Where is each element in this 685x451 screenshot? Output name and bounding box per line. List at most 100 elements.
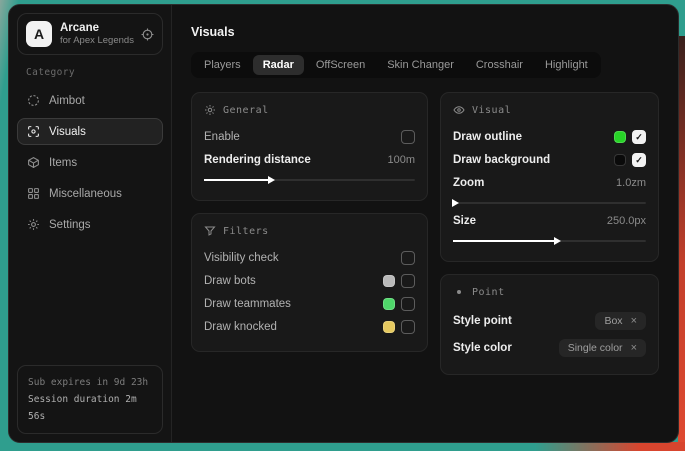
tab-offscreen[interactable]: OffScreen — [306, 55, 375, 75]
session-box: Sub expires in 9d 23h Session duration 2… — [17, 365, 163, 434]
setting-label: Enable — [204, 131, 240, 143]
dot-icon — [453, 286, 465, 298]
panel-visual-header: Visual — [453, 104, 646, 116]
setting-label: Visibility check — [204, 252, 279, 264]
style-color-select[interactable]: Single color × — [559, 339, 646, 357]
setting-row: Enable ✓ — [204, 126, 415, 148]
funnel-icon — [204, 225, 216, 237]
brand-text: Arcane for Apex Legends — [60, 21, 133, 47]
slider-fill — [453, 240, 555, 242]
sidebar-item-label: Settings — [49, 219, 91, 231]
sidebar-item-label: Aimbot — [49, 95, 85, 107]
sidebar-item-label: Items — [49, 157, 77, 169]
panel-title: General — [223, 105, 269, 116]
eye-icon — [453, 104, 465, 116]
page-title: Visuals — [191, 25, 659, 39]
desktop-background-red-bottom — [535, 442, 685, 451]
sidebar-item-label: Miscellaneous — [49, 188, 122, 200]
panel-title: Filters — [223, 226, 269, 237]
setting-row: Draw outline ✓ — [453, 126, 646, 148]
setting-row: Size 250.0px — [453, 210, 646, 232]
draw-knocked-color-swatch[interactable] — [383, 321, 395, 333]
sidebar: A Arcane for Apex Legends Category Aimbo… — [9, 5, 172, 442]
panel-general: General Enable ✓ Rendering distance 100m — [191, 92, 428, 201]
app-subtitle: for Apex Legends — [60, 35, 133, 47]
tab-skin-changer[interactable]: Skin Changer — [377, 55, 464, 75]
chip-label: Box — [604, 315, 622, 327]
gear-icon — [27, 218, 40, 231]
desktop-background-red-edge — [678, 36, 685, 451]
panel-filters: Filters Visibility check ✓ Draw bots ✓ — [191, 213, 428, 352]
cube-icon — [27, 156, 40, 169]
tab-radar[interactable]: Radar — [253, 55, 304, 75]
panel-general-header: General — [204, 104, 415, 116]
sidebar-item-settings[interactable]: Settings — [17, 211, 163, 238]
target-icon[interactable] — [141, 28, 154, 41]
setting-row: Visibility check ✓ — [204, 247, 415, 269]
tab-crosshair[interactable]: Crosshair — [466, 55, 533, 75]
panel-title: Visual — [472, 105, 511, 116]
draw-bots-checkbox[interactable]: ✓ — [401, 274, 415, 288]
tab-bar: Players Radar OffScreen Skin Changer Cro… — [191, 52, 601, 78]
app-window: A Arcane for Apex Legends Category Aimbo… — [8, 4, 679, 443]
setting-label: Size — [453, 215, 476, 227]
size-slider[interactable] — [453, 240, 646, 242]
sidebar-item-visuals[interactable]: Visuals — [17, 118, 163, 145]
layout-grid-icon — [27, 187, 40, 200]
visibility-check-checkbox[interactable]: ✓ — [401, 251, 415, 265]
crosshair-icon — [27, 94, 40, 107]
tab-highlight[interactable]: Highlight — [535, 55, 598, 75]
setting-label: Draw background — [453, 154, 550, 166]
sidebar-item-aimbot[interactable]: Aimbot — [17, 87, 163, 114]
draw-teammates-checkbox[interactable]: ✓ — [401, 297, 415, 311]
panel-point-header: Point — [453, 286, 646, 298]
setting-label: Style point — [453, 315, 512, 327]
setting-label: Draw bots — [204, 275, 256, 287]
enable-checkbox[interactable]: ✓ — [401, 130, 415, 144]
panel-visual: Visual Draw outline ✓ Draw background — [440, 92, 659, 262]
draw-background-checkbox[interactable]: ✓ — [632, 153, 646, 167]
draw-teammates-color-swatch[interactable] — [383, 298, 395, 310]
setting-row: Rendering distance 100m — [204, 149, 415, 171]
draw-background-color-swatch[interactable] — [614, 154, 626, 166]
draw-outline-checkbox[interactable]: ✓ — [632, 130, 646, 144]
scan-eye-icon — [27, 125, 40, 138]
setting-row: Zoom 1.0zm — [453, 172, 646, 194]
setting-label: Zoom — [453, 177, 484, 189]
app-title: Arcane — [60, 21, 133, 35]
setting-row: Draw background ✓ — [453, 149, 646, 171]
setting-value: 100m — [387, 154, 415, 166]
style-point-select[interactable]: Box × — [595, 312, 646, 330]
setting-row: Draw knocked ✓ — [204, 316, 415, 338]
app-logo: A — [26, 21, 52, 47]
setting-row: Style point Box × — [453, 308, 646, 334]
draw-bots-color-swatch[interactable] — [383, 275, 395, 287]
rendering-distance-slider[interactable] — [204, 179, 415, 181]
close-icon[interactable]: × — [631, 316, 637, 327]
setting-row: Style color Single color × — [453, 335, 646, 361]
sidebar-item-miscellaneous[interactable]: Miscellaneous — [17, 180, 163, 207]
draw-outline-color-swatch[interactable] — [614, 131, 626, 143]
sidebar-item-label: Visuals — [49, 126, 86, 138]
sub-expiry-text: Sub expires in 9d 23h — [28, 374, 152, 391]
panel-title: Point — [472, 287, 505, 298]
main-content: Visuals Players Radar OffScreen Skin Cha… — [172, 5, 678, 442]
close-icon[interactable]: × — [631, 343, 637, 354]
category-label: Category — [26, 67, 154, 78]
draw-knocked-checkbox[interactable]: ✓ — [401, 320, 415, 334]
setting-value: 1.0zm — [616, 177, 646, 189]
session-duration-text: Session duration 2m 56s — [28, 391, 152, 425]
setting-label: Rendering distance — [204, 154, 311, 166]
setting-value: 250.0px — [607, 215, 646, 227]
tab-players[interactable]: Players — [194, 55, 251, 75]
zoom-slider[interactable] — [453, 202, 646, 204]
brand-card: A Arcane for Apex Legends — [17, 13, 163, 55]
setting-label: Style color — [453, 342, 512, 354]
sidebar-item-items[interactable]: Items — [17, 149, 163, 176]
setting-row: Draw bots ✓ — [204, 270, 415, 292]
slider-fill — [204, 179, 269, 181]
gear-icon — [204, 104, 216, 116]
setting-label: Draw outline — [453, 131, 522, 143]
setting-row: Draw teammates ✓ — [204, 293, 415, 315]
panel-point: Point Style point Box × Style color Sing… — [440, 274, 659, 375]
